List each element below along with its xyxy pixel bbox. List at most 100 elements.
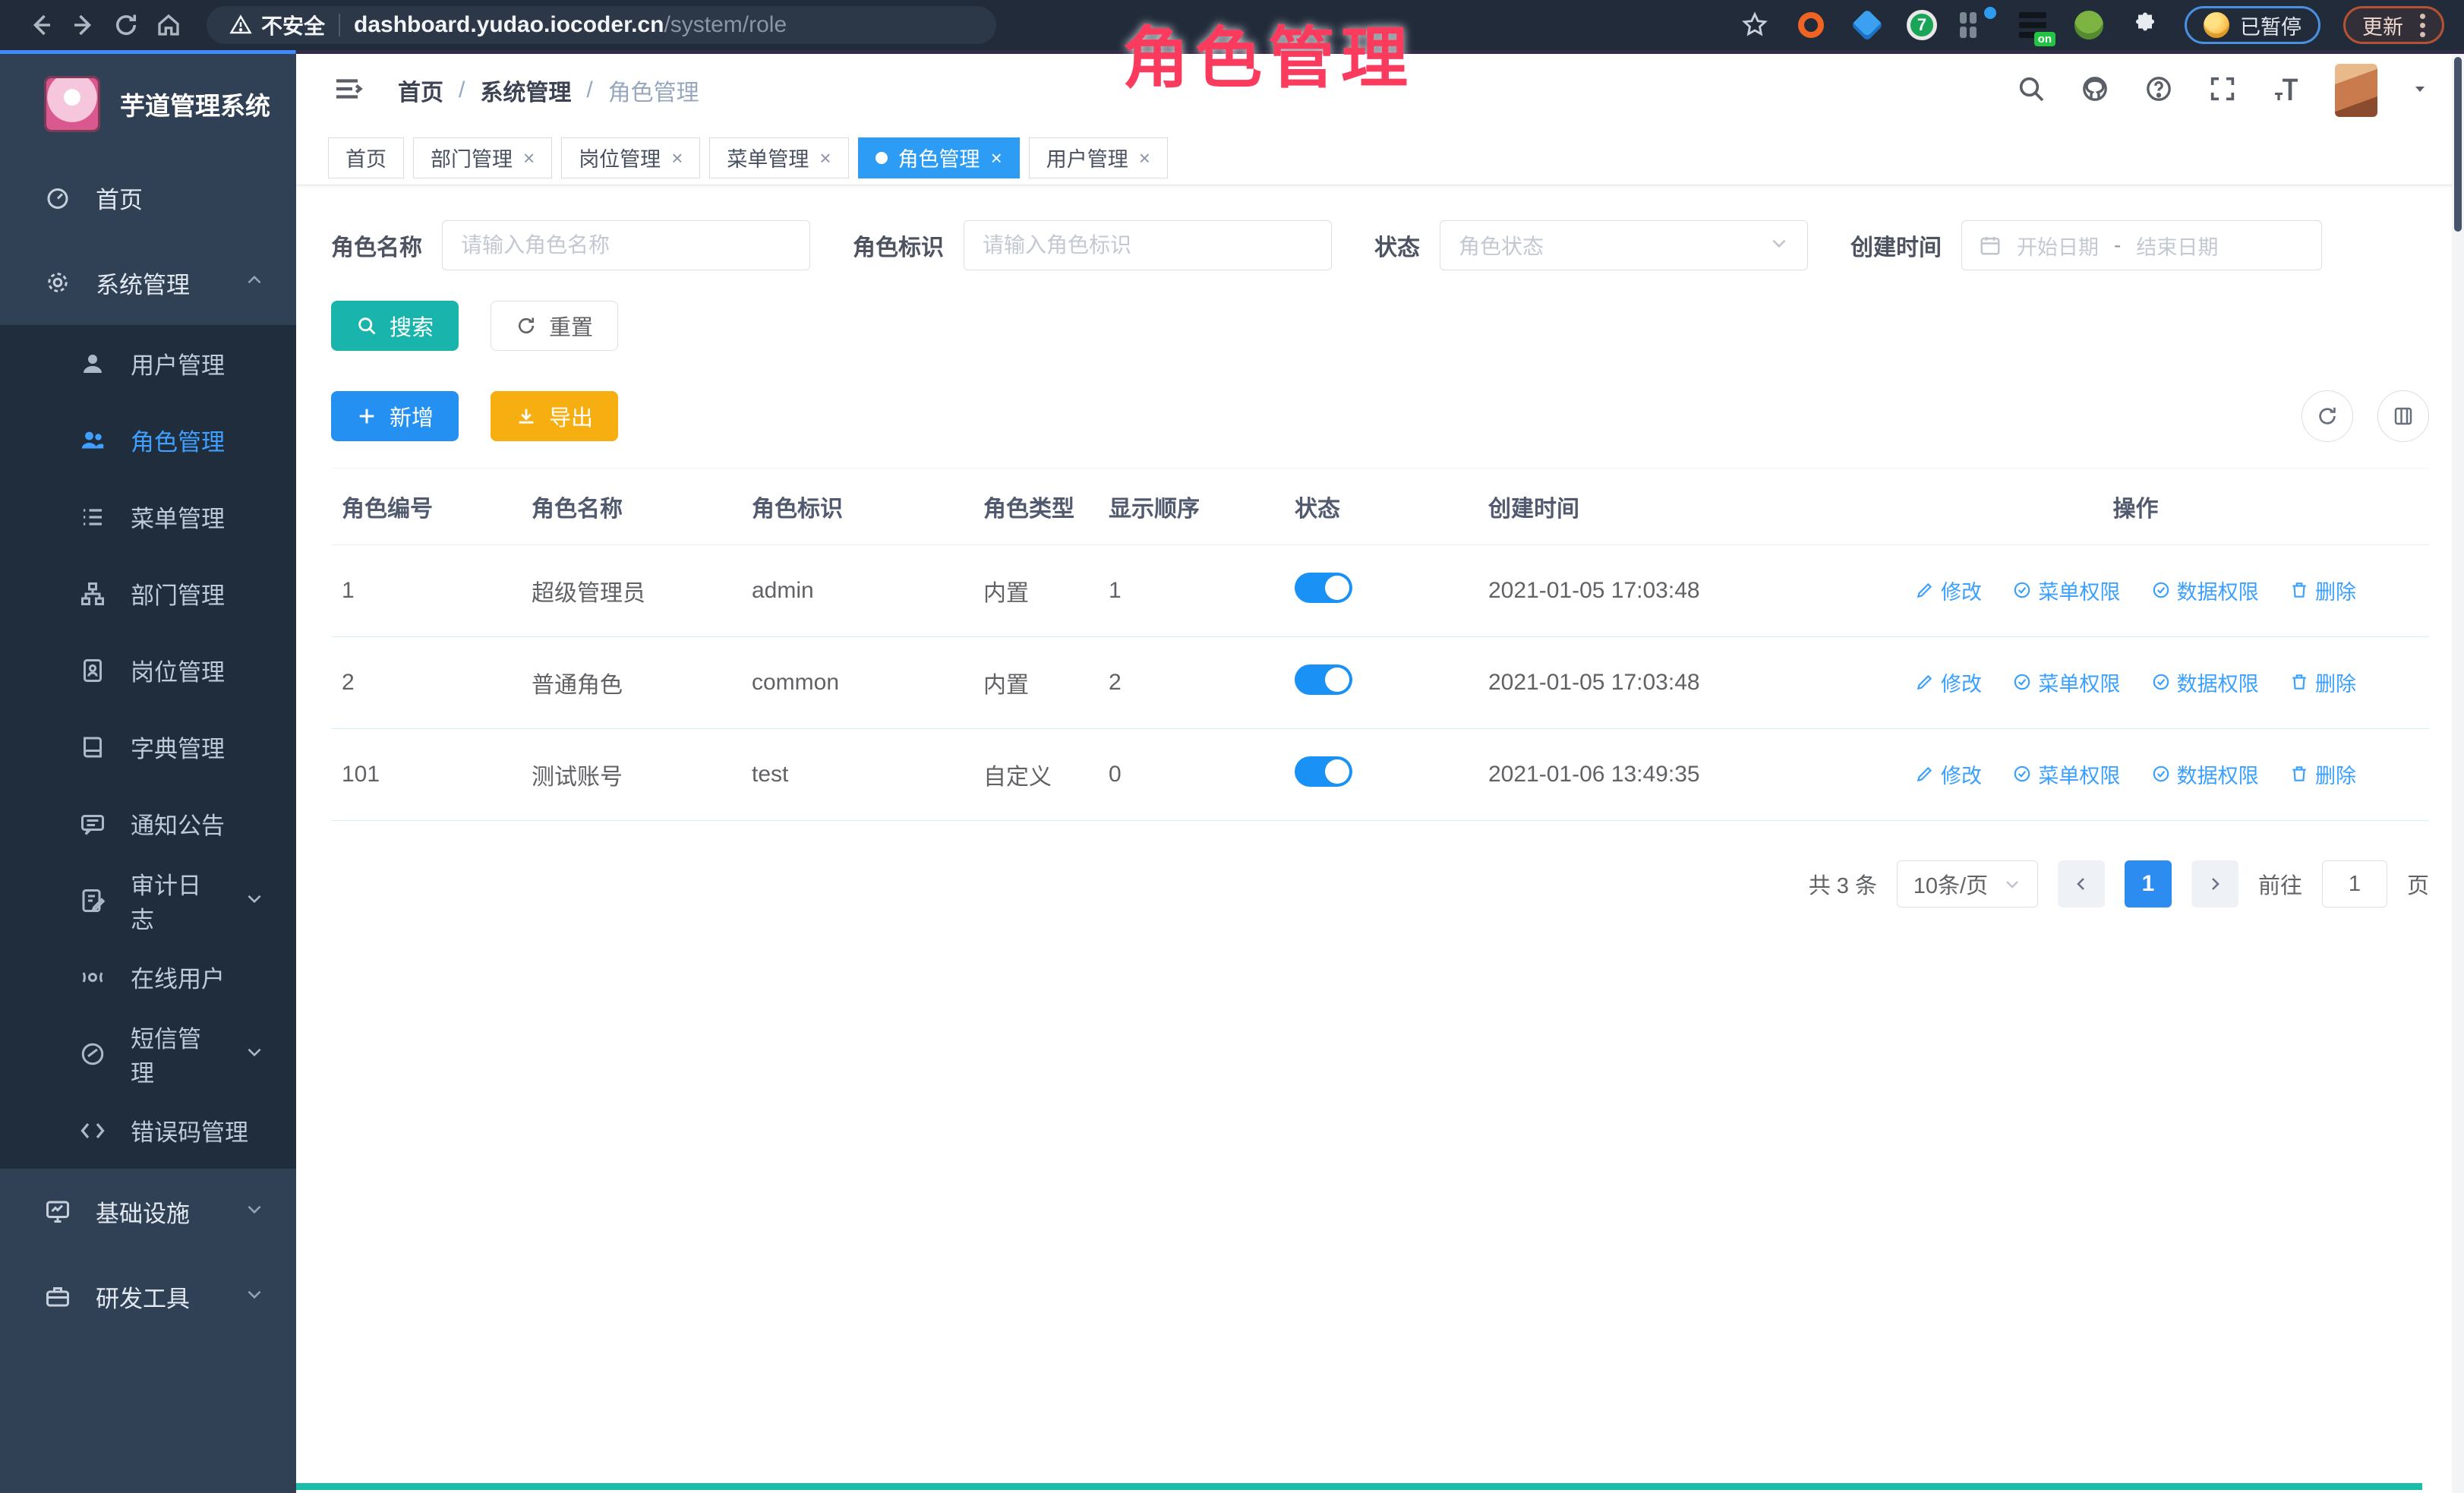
extension-target-icon[interactable] <box>1794 8 1828 42</box>
scrollbar-thumb[interactable] <box>2454 57 2462 232</box>
data-permission-link[interactable]: 数据权限 <box>2151 759 2259 789</box>
page-suffix-label: 页 <box>2407 868 2429 900</box>
header-search-button[interactable] <box>2016 74 2046 108</box>
sidebar-item-departments[interactable]: 部门管理 <box>0 555 296 632</box>
col-role-name: 角色名称 <box>521 469 741 545</box>
bottom-teal-line <box>296 1483 2422 1490</box>
sidebar-item-announcements[interactable]: 通知公告 <box>0 785 296 862</box>
search-button[interactable]: 搜索 <box>331 301 459 351</box>
extension-gem-icon[interactable] <box>1850 8 1884 42</box>
role-key-input[interactable] <box>964 220 1332 270</box>
sidebar-item-roles[interactable]: 角色管理 <box>0 402 296 478</box>
extensions-puzzle-icon[interactable] <box>2128 8 2162 42</box>
breadcrumb-section[interactable]: 系统管理 <box>480 74 571 107</box>
date-end-placeholder: 结束日期 <box>2136 231 2218 260</box>
status-toggle[interactable] <box>1295 573 1352 603</box>
tab-posts[interactable]: 岗位管理× <box>561 137 700 178</box>
cell-role-name: 普通角色 <box>521 637 741 729</box>
tab-close-icon[interactable]: × <box>991 148 1002 168</box>
tab-users[interactable]: 用户管理 × <box>1029 137 1168 178</box>
sidebar-item-home[interactable]: 首页 <box>0 155 296 240</box>
filter-role-name: 角色名称 <box>331 220 810 270</box>
tab-close-icon[interactable]: × <box>819 148 831 168</box>
column-settings-button[interactable] <box>2377 390 2429 442</box>
tab-close-icon[interactable]: × <box>523 148 535 168</box>
sidebar-item-dictionary[interactable]: 字典管理 <box>0 709 296 785</box>
help-button[interactable] <box>2144 74 2174 108</box>
tab-roles[interactable]: 角色管理× <box>858 137 1020 178</box>
fullscreen-icon <box>2207 74 2238 104</box>
extension-grid-icon[interactable] <box>1960 8 1993 42</box>
sidebar-item-sms[interactable]: 短信管理 <box>0 1015 296 1092</box>
browser-forward-button[interactable] <box>62 4 105 46</box>
sidebar-item-label: 岗位管理 <box>131 653 225 687</box>
address-bar[interactable]: 不安全 dashboard.yudao.iocoder.cn/system/ro… <box>207 6 996 44</box>
sidebar-toggle-button[interactable] <box>331 73 363 109</box>
reset-button[interactable]: 重置 <box>491 301 618 351</box>
security-warning[interactable]: 不安全 <box>229 10 325 40</box>
delete-link[interactable]: 删除 <box>2289 759 2356 789</box>
profile-paused-pill[interactable]: 已暂停 <box>2185 6 2320 44</box>
fullscreen-button[interactable] <box>2207 74 2238 108</box>
edit-link[interactable]: 修改 <box>1915 759 1982 789</box>
chevron-down-icon <box>245 1283 264 1310</box>
sidebar-item-users[interactable]: 用户管理 <box>0 325 296 402</box>
add-button[interactable]: 新增 <box>331 391 459 441</box>
sidebar-item-menus[interactable]: 菜单管理 <box>0 478 296 555</box>
tab-close-icon[interactable]: × <box>1139 148 1150 168</box>
edit-link[interactable]: 修改 <box>1915 668 1982 697</box>
cell-role-type: 内置 <box>973 637 1098 729</box>
export-button[interactable]: 导出 <box>491 391 618 441</box>
data-permission-link[interactable]: 数据权限 <box>2151 576 2259 605</box>
sidebar-item-system[interactable]: 系统管理 <box>0 240 296 325</box>
update-menu-button[interactable]: 更新 <box>2343 6 2444 44</box>
next-page-button[interactable] <box>2191 860 2238 907</box>
browser-home-button[interactable] <box>147 4 190 46</box>
tab-menus[interactable]: 菜单管理× <box>709 137 848 178</box>
bookmark-star-icon[interactable] <box>1738 8 1771 42</box>
browser-reload-button[interactable] <box>105 4 147 46</box>
sidebar-item-label: 研发工具 <box>96 1280 190 1314</box>
tab-label: 用户管理 <box>1046 143 1128 172</box>
tab-departments[interactable]: 部门管理× <box>413 137 552 178</box>
table-row: 1 超级管理员 admin 内置 1 2021-01-05 17:03:48 修… <box>331 545 2429 637</box>
menu-permission-link[interactable]: 菜单权限 <box>2012 759 2120 789</box>
delete-link[interactable]: 删除 <box>2289 576 2356 605</box>
edit-link[interactable]: 修改 <box>1915 576 1982 605</box>
data-permission-link[interactable]: 数据权限 <box>2151 668 2259 697</box>
tab-close-icon[interactable]: × <box>671 148 683 168</box>
sidebar-item-dev-tools[interactable]: 研发工具 <box>0 1254 296 1339</box>
goto-page-input[interactable] <box>2322 860 2387 907</box>
sidebar-item-posts[interactable]: 岗位管理 <box>0 632 296 709</box>
breadcrumb-home[interactable]: 首页 <box>398 74 443 107</box>
page-size-select[interactable]: 10条/页 <box>1897 860 2038 907</box>
prev-page-button[interactable] <box>2058 860 2105 907</box>
menu-permission-link[interactable]: 菜单权限 <box>2012 576 2120 605</box>
extension-green-circle-icon[interactable]: 7 <box>1907 10 1937 40</box>
sidebar-item-audit-log[interactable]: 审计日志 <box>0 862 296 939</box>
sidebar-logo-row[interactable]: 芋道管理系统 <box>0 50 296 155</box>
font-size-button[interactable] <box>2271 74 2302 108</box>
status-toggle[interactable] <box>1295 664 1352 695</box>
user-menu-caret-icon[interactable] <box>2411 80 2429 102</box>
role-name-input[interactable] <box>442 220 810 270</box>
page-scrollbar[interactable] <box>2452 54 2464 1493</box>
delete-link[interactable]: 删除 <box>2289 668 2356 697</box>
extension-monkey-icon[interactable] <box>2072 8 2106 42</box>
user-avatar[interactable] <box>2335 64 2377 117</box>
status-select[interactable]: 角色状态 <box>1440 220 1808 270</box>
menu-permission-link[interactable]: 菜单权限 <box>2012 668 2120 697</box>
roles-table: 角色编号 角色名称 角色标识 角色类型 显示顺序 状态 创建时间 操作 1 超级… <box>331 468 2429 821</box>
page-number-button[interactable]: 1 <box>2125 860 2172 907</box>
github-link[interactable] <box>2080 74 2110 108</box>
date-start-placeholder: 开始日期 <box>2017 231 2099 260</box>
date-range-picker[interactable]: 开始日期 - 结束日期 <box>1961 220 2322 270</box>
sidebar-item-error-codes[interactable]: 错误码管理 <box>0 1092 296 1169</box>
sidebar-item-infrastructure[interactable]: 基础设施 <box>0 1169 296 1254</box>
tab-home[interactable]: 首页 <box>328 137 404 178</box>
sidebar-item-online-users[interactable]: 在线用户 <box>0 939 296 1015</box>
status-toggle[interactable] <box>1295 756 1352 787</box>
extension-tabs-on-icon[interactable]: on <box>2016 8 2049 42</box>
refresh-table-button[interactable] <box>2302 390 2353 442</box>
browser-back-button[interactable] <box>20 4 62 46</box>
